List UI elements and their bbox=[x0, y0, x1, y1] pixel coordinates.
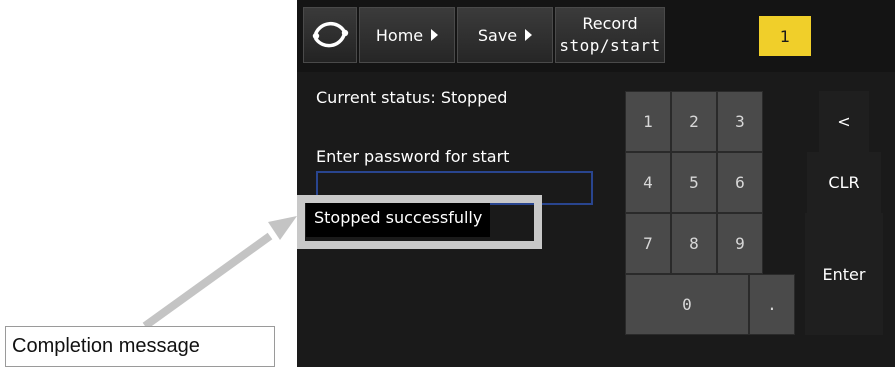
triangle-right-icon bbox=[525, 29, 533, 41]
record-button-label-line1: Record bbox=[582, 14, 638, 33]
callout-label-text: Completion message bbox=[12, 335, 200, 357]
key-7[interactable]: 7 bbox=[625, 213, 671, 274]
key-0[interactable]: 0 bbox=[625, 274, 749, 335]
circle-arc-logo-icon bbox=[312, 21, 349, 48]
key-decimal-point[interactable]: . bbox=[749, 274, 795, 335]
key-2[interactable]: 2 bbox=[671, 91, 717, 152]
password-label: Enter password for start bbox=[316, 147, 510, 166]
key-9[interactable]: 9 bbox=[717, 213, 763, 274]
key-1[interactable]: 1 bbox=[625, 91, 671, 152]
top-toolbar: Home Save Record stop/start 1 bbox=[297, 0, 895, 72]
record-stop-start-button[interactable]: Record stop/start bbox=[555, 7, 665, 63]
triangle-right-icon bbox=[431, 29, 439, 41]
enter-key[interactable]: Enter bbox=[805, 213, 883, 335]
key-6[interactable]: 6 bbox=[717, 152, 763, 213]
completion-message-text: Stopped successfully bbox=[306, 203, 491, 237]
key-3[interactable]: 3 bbox=[717, 91, 763, 152]
menu-logo-button[interactable] bbox=[303, 7, 357, 63]
callout-label-box: Completion message bbox=[5, 326, 275, 367]
key-4[interactable]: 4 bbox=[625, 152, 671, 213]
home-button[interactable]: Home bbox=[359, 7, 455, 63]
channel-badge[interactable]: 1 bbox=[759, 16, 811, 56]
clear-key[interactable]: CLR bbox=[807, 152, 881, 213]
save-button[interactable]: Save bbox=[457, 7, 553, 63]
backspace-key[interactable]: < bbox=[819, 91, 869, 152]
save-button-label: Save bbox=[477, 25, 518, 45]
current-status-text: Current status: Stopped bbox=[316, 88, 508, 107]
key-5[interactable]: 5 bbox=[671, 152, 717, 213]
key-8[interactable]: 8 bbox=[671, 213, 717, 274]
home-button-label: Home bbox=[375, 25, 424, 45]
record-button-label-line2: stop/start bbox=[559, 36, 661, 55]
device-screen: Home Save Record stop/start 1 Current st… bbox=[297, 0, 895, 367]
